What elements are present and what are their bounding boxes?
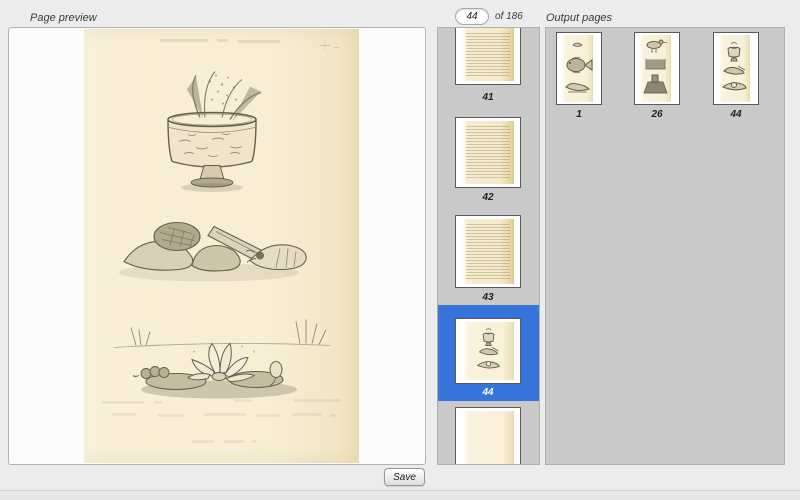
- faint-caption-text: [102, 401, 340, 442]
- thumbnail-item-44-selected[interactable]: 44: [438, 305, 539, 401]
- output-thumbnail-image[interactable]: [556, 32, 602, 105]
- book-plate-illustration: [84, 29, 359, 463]
- pencil-mark: [320, 42, 339, 50]
- output-page-label: 26: [634, 109, 680, 120]
- save-button[interactable]: Save: [384, 468, 425, 486]
- mini-plate-44-sketch: [463, 322, 514, 380]
- mini-plate-1-sketch: [562, 35, 593, 102]
- page-thumbnail-image[interactable]: [455, 117, 521, 188]
- water-lily-illustration: [114, 320, 330, 399]
- page-thumbnail-image[interactable]: [455, 215, 521, 288]
- faint-title-text: [160, 41, 280, 42]
- thumbnail-label: 42: [455, 192, 521, 203]
- blank-page-image: [463, 411, 514, 465]
- thumbnail-label: 44: [455, 387, 521, 398]
- text-page-image: [463, 28, 514, 81]
- page-number-input[interactable]: [455, 8, 489, 25]
- output-thumbnail-image[interactable]: [713, 32, 759, 105]
- mini-plate-44-sketch: [719, 35, 750, 102]
- output-thumbnail-image[interactable]: [634, 32, 680, 105]
- rocks-illustration: [119, 223, 306, 282]
- lily-flower: [188, 344, 254, 382]
- text-page-image: [463, 121, 514, 184]
- plate-page-image: [463, 322, 514, 380]
- page-preview-label: Page preview: [30, 12, 97, 24]
- output-pages-label: Output pages: [546, 12, 612, 24]
- scanned-page-image: [84, 29, 359, 463]
- plate-page-image: [562, 35, 593, 102]
- grass-tufts: [131, 320, 326, 346]
- thumbnail-label: 43: [455, 292, 521, 303]
- vase-illustration: [168, 72, 261, 193]
- window-bottom-edge: [0, 490, 800, 500]
- page-total-label: of 186: [495, 11, 523, 22]
- output-page-label: 1: [556, 109, 602, 120]
- output-page-label: 44: [713, 109, 759, 120]
- plate-page-image: [719, 35, 750, 102]
- page-thumbnail-image[interactable]: [455, 27, 521, 85]
- plate-page-image: [640, 35, 671, 102]
- mini-plate-26-sketch: [640, 35, 671, 102]
- page-thumbnail-strip[interactable]: 41 42 43: [437, 27, 540, 465]
- page-preview-panel: [8, 27, 426, 465]
- app-window: { "header": { "page_preview_label": "Pag…: [0, 0, 800, 500]
- page-thumbnail-image[interactable]: [455, 407, 521, 465]
- page-thumbnail-image[interactable]: [455, 318, 521, 384]
- text-page-image: [463, 219, 514, 284]
- output-pages-panel: 1 26: [545, 27, 785, 465]
- lily-bud: [270, 362, 282, 378]
- thumbnail-label: 41: [455, 92, 521, 103]
